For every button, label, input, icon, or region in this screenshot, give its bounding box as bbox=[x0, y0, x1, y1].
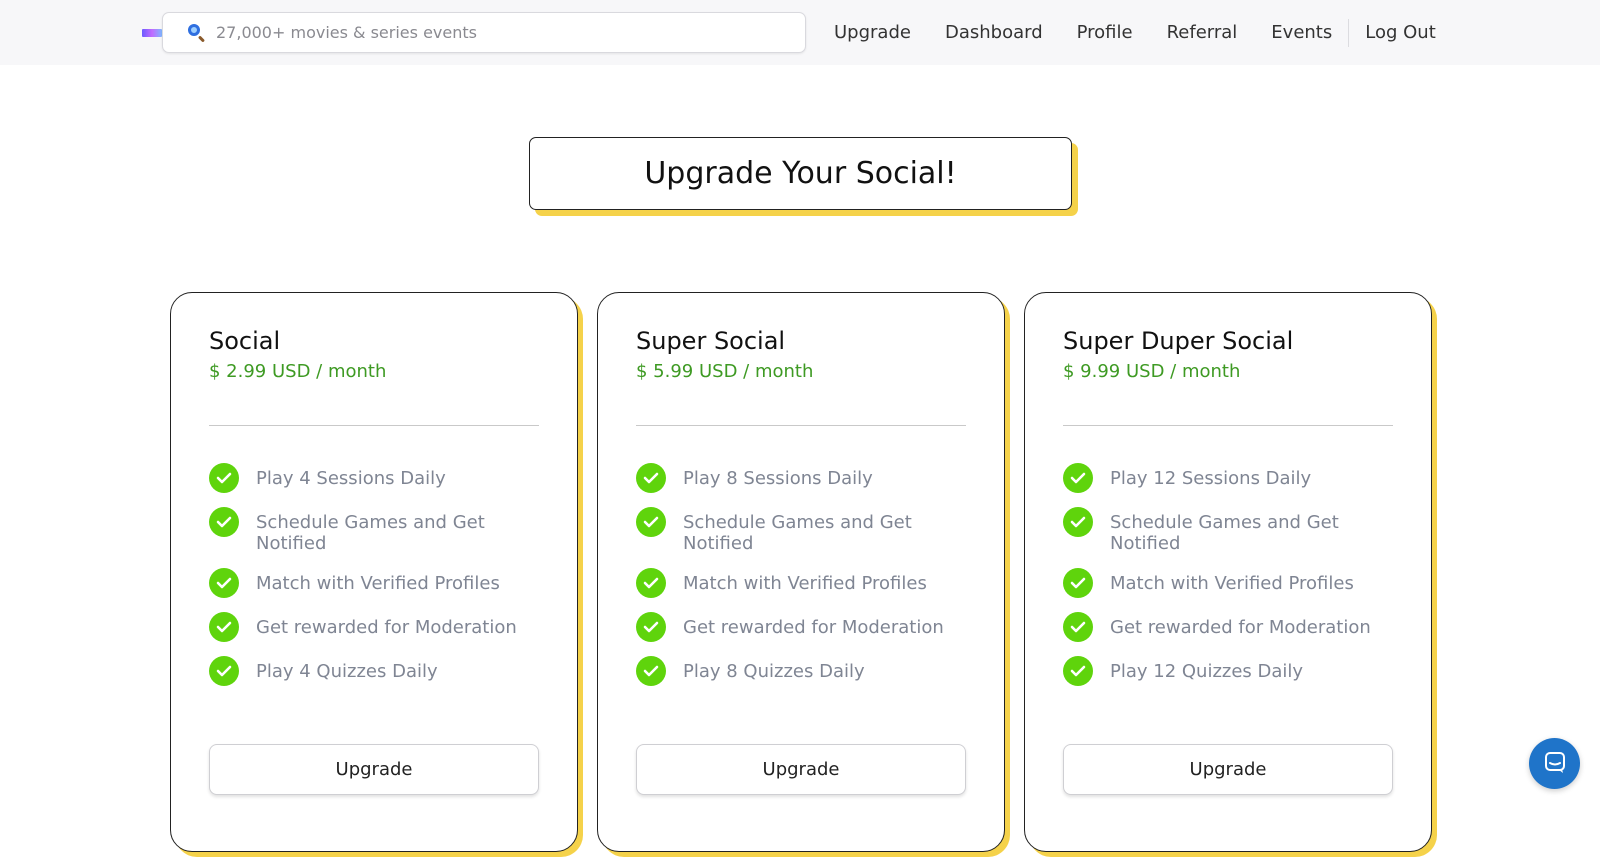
feature-text: Schedule Games and Get Notified bbox=[683, 512, 912, 554]
divider bbox=[1063, 425, 1393, 426]
check-icon bbox=[636, 568, 666, 598]
upgrade-button[interactable]: Upgrade bbox=[209, 744, 539, 795]
nav-menu: Upgrade Dashboard Profile Referral Event… bbox=[820, 0, 1456, 65]
feature-text: Play 12 Quizzes Daily bbox=[1110, 661, 1304, 682]
feature-text: Get rewarded for Moderation bbox=[683, 617, 944, 638]
divider bbox=[209, 425, 539, 426]
feature-item: Play 4 Sessions Daily bbox=[209, 463, 549, 493]
plan-price: $ 9.99 USD / month bbox=[1063, 361, 1241, 382]
feature-text: Play 8 Quizzes Daily bbox=[683, 661, 865, 682]
plan-name: Social bbox=[209, 327, 281, 355]
upgrade-button[interactable]: Upgrade bbox=[636, 744, 966, 795]
feature-text: Play 4 Quizzes Daily bbox=[256, 661, 438, 682]
check-icon bbox=[1063, 568, 1093, 598]
feature-text: Schedule Games and Get Notified bbox=[256, 512, 485, 554]
search-bar[interactable] bbox=[162, 12, 806, 53]
chat-launcher-button[interactable] bbox=[1529, 738, 1580, 789]
plan-price: $ 2.99 USD / month bbox=[209, 361, 387, 382]
feature-item: Match with Verified Profiles bbox=[209, 568, 549, 598]
check-icon bbox=[1063, 507, 1093, 537]
check-icon bbox=[209, 568, 239, 598]
plan-card-super-duper-social: Super Duper Social $ 9.99 USD / month Pl… bbox=[1024, 292, 1437, 857]
check-icon bbox=[209, 463, 239, 493]
search-icon bbox=[187, 23, 207, 43]
upgrade-button[interactable]: Upgrade bbox=[1063, 744, 1393, 795]
feature-text: Play 12 Sessions Daily bbox=[1110, 468, 1312, 489]
nav-referral[interactable]: Referral bbox=[1167, 22, 1238, 43]
feature-text: Get rewarded for Moderation bbox=[256, 617, 517, 638]
plan-name: Super Social bbox=[636, 327, 786, 355]
check-icon bbox=[1063, 612, 1093, 642]
nav-upgrade[interactable]: Upgrade bbox=[834, 22, 911, 43]
plan-card: Super Duper Social $ 9.99 USD / month Pl… bbox=[1024, 292, 1432, 852]
feature-text: Get rewarded for Moderation bbox=[1110, 617, 1371, 638]
feature-item: Play 4 Quizzes Daily bbox=[209, 656, 549, 686]
check-icon bbox=[1063, 463, 1093, 493]
page-title-container: Upgrade Your Social! bbox=[529, 137, 1078, 216]
feature-text: Play 8 Sessions Daily bbox=[683, 468, 873, 489]
search-input[interactable] bbox=[216, 23, 776, 42]
logo-icon[interactable] bbox=[142, 29, 162, 37]
plan-card-super-social: Super Social $ 5.99 USD / month Play 8 S… bbox=[597, 292, 1010, 857]
check-icon bbox=[209, 507, 239, 537]
plan-card: Super Social $ 5.99 USD / month Play 8 S… bbox=[597, 292, 1005, 852]
feature-item: Get rewarded for Moderation bbox=[1063, 612, 1403, 642]
feature-item: Schedule Games and Get Notified bbox=[636, 507, 976, 554]
feature-list: Play 8 Sessions Daily Schedule Games and… bbox=[636, 463, 976, 700]
page-title: Upgrade Your Social! bbox=[529, 137, 1072, 210]
chat-icon bbox=[1543, 750, 1567, 778]
feature-item: Get rewarded for Moderation bbox=[636, 612, 976, 642]
top-header: Upgrade Dashboard Profile Referral Event… bbox=[0, 0, 1600, 65]
check-icon bbox=[636, 507, 666, 537]
plan-price: $ 5.99 USD / month bbox=[636, 361, 814, 382]
check-icon bbox=[1063, 656, 1093, 686]
check-icon bbox=[636, 463, 666, 493]
feature-item: Play 12 Quizzes Daily bbox=[1063, 656, 1403, 686]
feature-text: Match with Verified Profiles bbox=[683, 573, 927, 594]
plan-name: Super Duper Social bbox=[1063, 327, 1294, 355]
feature-item: Schedule Games and Get Notified bbox=[209, 507, 549, 554]
feature-text: Schedule Games and Get Notified bbox=[1110, 512, 1339, 554]
feature-item: Play 8 Sessions Daily bbox=[636, 463, 976, 493]
check-icon bbox=[636, 656, 666, 686]
divider bbox=[636, 425, 966, 426]
feature-item: Match with Verified Profiles bbox=[636, 568, 976, 598]
feature-list: Play 12 Sessions Daily Schedule Games an… bbox=[1063, 463, 1403, 700]
nav-profile[interactable]: Profile bbox=[1077, 22, 1133, 43]
plan-card: Social $ 2.99 USD / month Play 4 Session… bbox=[170, 292, 578, 852]
feature-item: Schedule Games and Get Notified bbox=[1063, 507, 1403, 554]
check-icon bbox=[209, 656, 239, 686]
feature-text: Match with Verified Profiles bbox=[256, 573, 500, 594]
feature-list: Play 4 Sessions Daily Schedule Games and… bbox=[209, 463, 549, 700]
feature-text: Match with Verified Profiles bbox=[1110, 573, 1354, 594]
logout-link[interactable]: Log Out bbox=[1365, 22, 1436, 43]
nav-dashboard[interactable]: Dashboard bbox=[945, 22, 1043, 43]
feature-item: Match with Verified Profiles bbox=[1063, 568, 1403, 598]
check-icon bbox=[209, 612, 239, 642]
nav-divider bbox=[1348, 18, 1350, 47]
nav-events[interactable]: Events bbox=[1271, 22, 1332, 43]
feature-item: Get rewarded for Moderation bbox=[209, 612, 549, 642]
plan-card-social: Social $ 2.99 USD / month Play 4 Session… bbox=[170, 292, 583, 857]
feature-item: Play 12 Sessions Daily bbox=[1063, 463, 1403, 493]
check-icon bbox=[636, 612, 666, 642]
feature-item: Play 8 Quizzes Daily bbox=[636, 656, 976, 686]
feature-text: Play 4 Sessions Daily bbox=[256, 468, 446, 489]
